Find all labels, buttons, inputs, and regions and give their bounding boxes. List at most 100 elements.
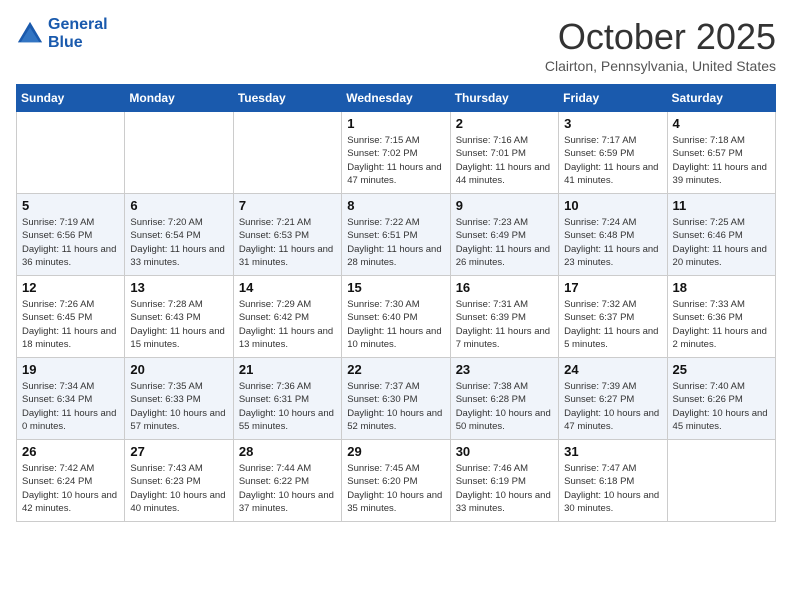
day-number: 25 <box>673 362 770 377</box>
cell-content: Sunrise: 7:19 AM Sunset: 6:56 PM Dayligh… <box>22 216 119 269</box>
day-number: 29 <box>347 444 444 459</box>
week-row-5: 26Sunrise: 7:42 AM Sunset: 6:24 PM Dayli… <box>17 440 776 522</box>
logo-text: General Blue <box>48 16 108 52</box>
day-number: 27 <box>130 444 227 459</box>
day-number: 2 <box>456 116 553 131</box>
week-row-2: 5 Sunrise: 7:19 AM Sunset: 6:56 PM Daylig… <box>17 194 776 276</box>
day-number: 19 <box>22 362 119 377</box>
day-number: 13 <box>130 280 227 295</box>
day-header-thursday: Thursday <box>450 85 558 112</box>
calendar-cell: 16 Sunrise: 7:31 AM Sunset: 6:39 PM Dayli… <box>450 276 558 358</box>
cell-content: Sunrise: 7:21 AM Sunset: 6:53 PM Dayligh… <box>239 216 336 269</box>
calendar-cell: 21 Sunrise: 7:36 AM Sunset: 6:31 PM Dayli… <box>233 358 341 440</box>
location-text: Clairton, Pennsylvania, United States <box>545 58 776 74</box>
day-number: 30 <box>456 444 553 459</box>
title-block: October 2025 Clairton, Pennsylvania, Uni… <box>545 16 776 74</box>
day-header-wednesday: Wednesday <box>342 85 450 112</box>
cell-content: Sunrise: 7:25 AM Sunset: 6:46 PM Dayligh… <box>673 216 770 269</box>
cell-content: Sunrise: 7:16 AM Sunset: 7:01 PM Dayligh… <box>456 134 553 187</box>
month-title: October 2025 <box>545 16 776 58</box>
cell-content: Sunrise: 7:20 AM Sunset: 6:54 PM Dayligh… <box>130 216 227 269</box>
day-number: 18 <box>673 280 770 295</box>
day-header-monday: Monday <box>125 85 233 112</box>
cell-content: Sunrise: 7:28 AM Sunset: 6:43 PM Dayligh… <box>130 298 227 351</box>
cell-content: Sunrise: 7:31 AM Sunset: 6:39 PM Dayligh… <box>456 298 553 351</box>
calendar-cell: 29 Sunrise: 7:45 AM Sunset: 6:20 PM Dayli… <box>342 440 450 522</box>
day-number: 14 <box>239 280 336 295</box>
calendar-cell: 25 Sunrise: 7:40 AM Sunset: 6:26 PM Dayli… <box>667 358 775 440</box>
cell-content: Sunrise: 7:44 AM Sunset: 6:22 PM Dayligh… <box>239 462 336 515</box>
calendar-cell: 12Sunrise: 7:26 AM Sunset: 6:45 PM Dayli… <box>17 276 125 358</box>
calendar-cell <box>17 112 125 194</box>
cell-content: Sunrise: 7:46 AM Sunset: 6:19 PM Dayligh… <box>456 462 553 515</box>
day-header-tuesday: Tuesday <box>233 85 341 112</box>
calendar-cell: 28 Sunrise: 7:44 AM Sunset: 6:22 PM Dayli… <box>233 440 341 522</box>
calendar-table: SundayMondayTuesdayWednesdayThursdayFrid… <box>16 84 776 522</box>
cell-content: Sunrise: 7:37 AM Sunset: 6:30 PM Dayligh… <box>347 380 444 433</box>
calendar-cell: 31 Sunrise: 7:47 AM Sunset: 6:18 PM Dayli… <box>559 440 667 522</box>
cell-content: Sunrise: 7:34 AM Sunset: 6:34 PM Dayligh… <box>22 380 119 433</box>
calendar-cell: 10Sunrise: 7:24 AM Sunset: 6:48 PM Dayli… <box>559 194 667 276</box>
calendar-cell: 7 Sunrise: 7:21 AM Sunset: 6:53 PM Daylig… <box>233 194 341 276</box>
cell-content: Sunrise: 7:18 AM Sunset: 6:57 PM Dayligh… <box>673 134 770 187</box>
calendar-cell: 14Sunrise: 7:29 AM Sunset: 6:42 PM Dayli… <box>233 276 341 358</box>
week-row-3: 12Sunrise: 7:26 AM Sunset: 6:45 PM Dayli… <box>17 276 776 358</box>
day-number: 3 <box>564 116 661 131</box>
day-number: 28 <box>239 444 336 459</box>
cell-content: Sunrise: 7:22 AM Sunset: 6:51 PM Dayligh… <box>347 216 444 269</box>
calendar-cell <box>233 112 341 194</box>
day-number: 15 <box>347 280 444 295</box>
calendar-cell <box>125 112 233 194</box>
day-header-sunday: Sunday <box>17 85 125 112</box>
calendar-cell: 1Sunrise: 7:15 AM Sunset: 7:02 PM Daylig… <box>342 112 450 194</box>
cell-content: Sunrise: 7:35 AM Sunset: 6:33 PM Dayligh… <box>130 380 227 433</box>
day-number: 16 <box>456 280 553 295</box>
page-header: General Blue October 2025 Clairton, Penn… <box>16 16 776 74</box>
week-row-4: 19 Sunrise: 7:34 AM Sunset: 6:34 PM Dayli… <box>17 358 776 440</box>
calendar-cell: 6Sunrise: 7:20 AM Sunset: 6:54 PM Daylig… <box>125 194 233 276</box>
calendar-cell: 9 Sunrise: 7:23 AM Sunset: 6:49 PM Daylig… <box>450 194 558 276</box>
day-number: 5 <box>22 198 119 213</box>
day-number: 21 <box>239 362 336 377</box>
calendar-cell: 19 Sunrise: 7:34 AM Sunset: 6:34 PM Dayli… <box>17 358 125 440</box>
header-row: SundayMondayTuesdayWednesdayThursdayFrid… <box>17 85 776 112</box>
calendar-cell: 13 Sunrise: 7:28 AM Sunset: 6:43 PM Dayli… <box>125 276 233 358</box>
calendar-cell <box>667 440 775 522</box>
logo: General Blue <box>16 16 108 52</box>
calendar-cell: 18 Sunrise: 7:33 AM Sunset: 6:36 PM Dayli… <box>667 276 775 358</box>
cell-content: Sunrise: 7:36 AM Sunset: 6:31 PM Dayligh… <box>239 380 336 433</box>
day-number: 4 <box>673 116 770 131</box>
day-number: 10 <box>564 198 661 213</box>
cell-content: Sunrise: 7:39 AM Sunset: 6:27 PM Dayligh… <box>564 380 661 433</box>
day-number: 12 <box>22 280 119 295</box>
calendar-cell: 26Sunrise: 7:42 AM Sunset: 6:24 PM Dayli… <box>17 440 125 522</box>
week-row-1: 1Sunrise: 7:15 AM Sunset: 7:02 PM Daylig… <box>17 112 776 194</box>
calendar-cell: 17 Sunrise: 7:32 AM Sunset: 6:37 PM Dayli… <box>559 276 667 358</box>
cell-content: Sunrise: 7:33 AM Sunset: 6:36 PM Dayligh… <box>673 298 770 351</box>
day-number: 24 <box>564 362 661 377</box>
calendar-cell: 15Sunrise: 7:30 AM Sunset: 6:40 PM Dayli… <box>342 276 450 358</box>
calendar-cell: 2 Sunrise: 7:16 AM Sunset: 7:01 PM Daylig… <box>450 112 558 194</box>
calendar-cell: 27 Sunrise: 7:43 AM Sunset: 6:23 PM Dayli… <box>125 440 233 522</box>
cell-content: Sunrise: 7:45 AM Sunset: 6:20 PM Dayligh… <box>347 462 444 515</box>
cell-content: Sunrise: 7:47 AM Sunset: 6:18 PM Dayligh… <box>564 462 661 515</box>
cell-content: Sunrise: 7:32 AM Sunset: 6:37 PM Dayligh… <box>564 298 661 351</box>
calendar-cell: 5 Sunrise: 7:19 AM Sunset: 6:56 PM Daylig… <box>17 194 125 276</box>
day-number: 17 <box>564 280 661 295</box>
day-number: 22 <box>347 362 444 377</box>
cell-content: Sunrise: 7:42 AM Sunset: 6:24 PM Dayligh… <box>22 462 119 515</box>
day-number: 31 <box>564 444 661 459</box>
calendar-cell: 11Sunrise: 7:25 AM Sunset: 6:46 PM Dayli… <box>667 194 775 276</box>
day-number: 20 <box>130 362 227 377</box>
cell-content: Sunrise: 7:23 AM Sunset: 6:49 PM Dayligh… <box>456 216 553 269</box>
calendar-cell: 24 Sunrise: 7:39 AM Sunset: 6:27 PM Dayli… <box>559 358 667 440</box>
cell-content: Sunrise: 7:38 AM Sunset: 6:28 PM Dayligh… <box>456 380 553 433</box>
day-number: 7 <box>239 198 336 213</box>
calendar-cell: 4 Sunrise: 7:18 AM Sunset: 6:57 PM Daylig… <box>667 112 775 194</box>
cell-content: Sunrise: 7:43 AM Sunset: 6:23 PM Dayligh… <box>130 462 227 515</box>
day-header-saturday: Saturday <box>667 85 775 112</box>
day-number: 9 <box>456 198 553 213</box>
cell-content: Sunrise: 7:40 AM Sunset: 6:26 PM Dayligh… <box>673 380 770 433</box>
logo-icon <box>16 20 44 48</box>
cell-content: Sunrise: 7:15 AM Sunset: 7:02 PM Dayligh… <box>347 134 444 187</box>
